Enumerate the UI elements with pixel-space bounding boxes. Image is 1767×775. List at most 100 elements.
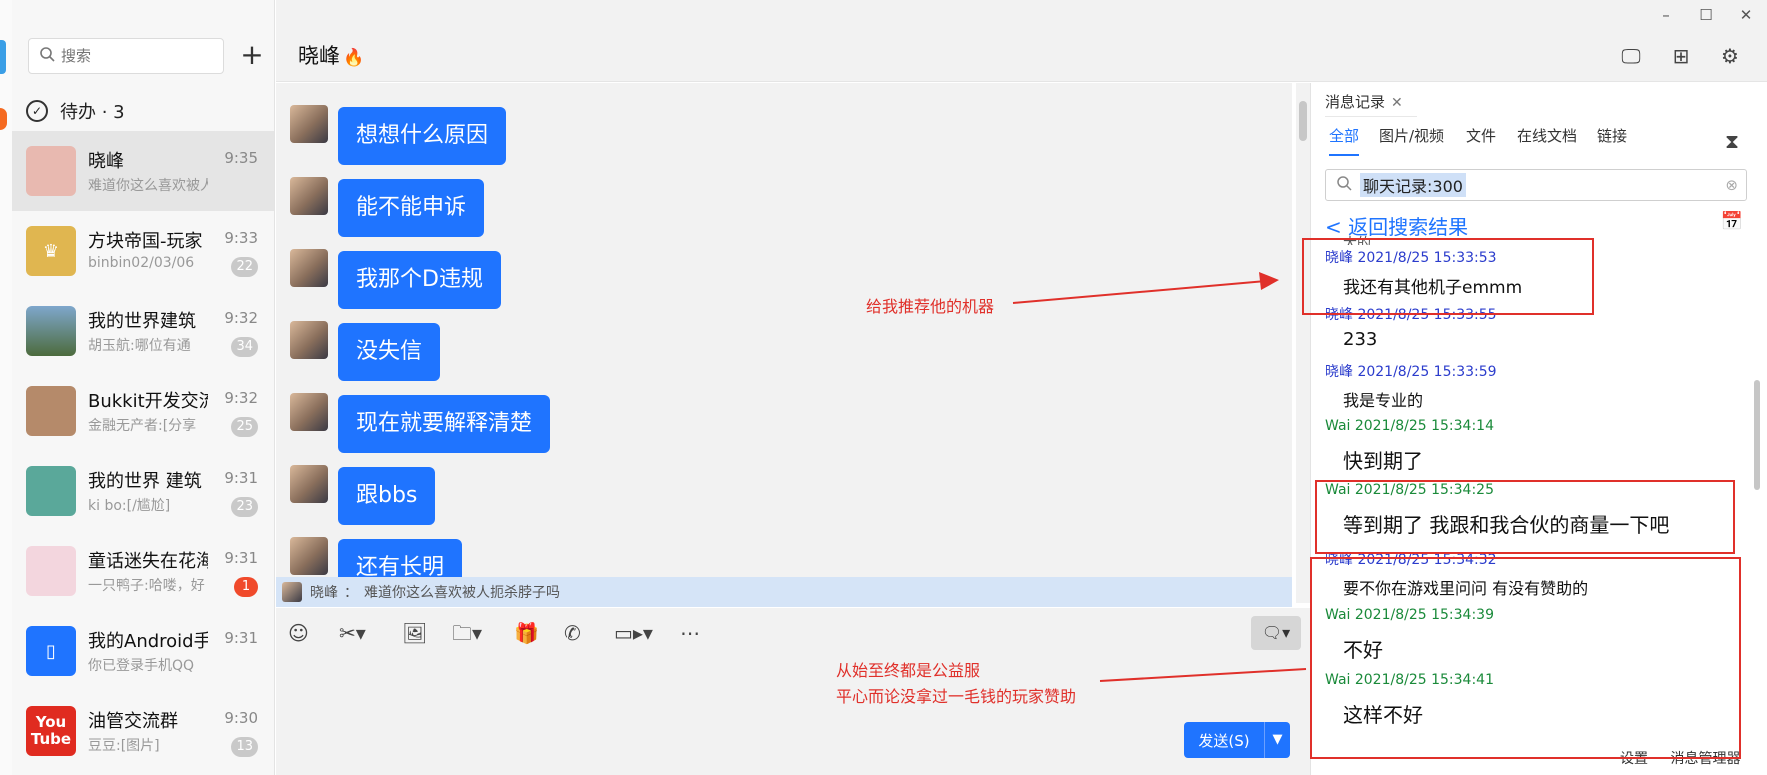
conversation-item[interactable]: Bukkit开发交流 9:32 金融无产者:[分享 25	[12, 371, 274, 451]
history-meta: 晓峰 2021/8/25 15:33:59	[1325, 364, 1497, 380]
filter-docs[interactable]: 在线文档	[1517, 125, 1577, 146]
unread-badge: 22	[231, 257, 258, 277]
message-manager-link[interactable]: 消息管理器	[1670, 751, 1740, 767]
conversation-preview: 胡玉航:哪位有通	[88, 338, 191, 354]
conversation-name: 童话迷失在花海	[88, 551, 208, 572]
chat-title-text: 晓峰	[298, 44, 340, 68]
history-text: 这样不好	[1343, 703, 1423, 727]
clear-icon[interactable]: ⊗	[1725, 176, 1738, 194]
chevron-down-icon[interactable]: ▼	[1264, 722, 1290, 758]
history-text: 快到期了	[1343, 449, 1423, 473]
history-text: 我还有其他机子emmm	[1343, 278, 1523, 298]
settings-gear-icon[interactable]: ⚙	[1717, 44, 1743, 68]
history-meta: Wai 2021/8/25 15:34:25	[1325, 482, 1494, 498]
filter-media[interactable]: 图片/视频	[1379, 125, 1444, 146]
conversation-item[interactable]: 晓峰 9:35 难道你这么喜欢被人扼	[12, 131, 274, 211]
conversation-preview: binbin02/03/06	[88, 255, 195, 271]
send-button[interactable]: 发送(S) ▼	[1184, 722, 1290, 758]
screen-share-icon[interactable]: 🖵	[1618, 44, 1644, 68]
add-button[interactable]: +	[236, 40, 268, 72]
plus-icon: +	[240, 38, 264, 71]
conversation-time: 9:31	[224, 549, 258, 567]
history-text: 等到期了 我跟和我合伙的商量一下吧	[1343, 513, 1670, 537]
conversation-time: 9:30	[224, 709, 258, 727]
fire-icon: 🔥	[343, 48, 365, 68]
avatar	[26, 546, 76, 596]
conversation-item[interactable]: ♛ 方块帝国-玩家 9:33 binbin02/03/06 22	[12, 211, 274, 291]
unread-badge: 1	[234, 577, 258, 597]
history-list: 大的 晓峰 2021/8/25 15:33:53 我还有其他机子emmm 晓峰 …	[1311, 233, 1751, 773]
notification-dot	[0, 108, 7, 130]
conversation-name: 方块帝国-玩家	[88, 231, 203, 252]
conversation-item[interactable]: ▯ 我的Android手机 9:31 你已登录手机QQ	[12, 611, 274, 691]
status-indicator	[0, 40, 6, 74]
close-button[interactable]: ✕	[1734, 6, 1758, 26]
history-text: 不好	[1343, 638, 1383, 662]
history-scrollbar[interactable]	[1754, 380, 1760, 490]
quote-sender: 晓峰	[310, 585, 338, 601]
conversation-name: 我的世界 建筑	[88, 471, 202, 492]
avatar	[26, 146, 76, 196]
settings-link[interactable]: 设置	[1620, 751, 1648, 767]
history-entry-cut: 大的	[1343, 236, 1371, 245]
conversation-item[interactable]: 我的世界 建筑 9:31 ki bo:[/尴尬] 23	[12, 451, 274, 531]
message-history-panel: 消息记录 ✕ 全部 图片/视频 文件 在线文档 链接 ⧗ 聊天记录:300 ⊗ <…	[1310, 83, 1767, 775]
history-meta: Wai 2021/8/25 15:34:39	[1325, 607, 1494, 623]
conversation-time: 9:32	[224, 389, 258, 407]
add-member-icon[interactable]: ⊞	[1668, 44, 1694, 68]
avatar: ▯	[26, 626, 76, 676]
conversation-name: Bukkit开发交流	[88, 391, 208, 412]
conversation-name: 我的世界建筑	[88, 311, 196, 332]
message-input-area[interactable]: 从始至终都是公益服 平心而论没拿过一毛钱的玩家赞助 发送(S) ▼	[276, 658, 1310, 775]
todo-label: 待办 · 3	[60, 102, 125, 123]
chat-title: 晓峰 🔥	[298, 40, 364, 70]
avatar	[26, 306, 76, 356]
conversation-item[interactable]: You Tube 油管交流群 9:30 豆豆:[图片] 13	[12, 691, 274, 771]
search-box[interactable]	[28, 38, 224, 74]
history-meta: 晓峰 2021/8/25 15:33:55	[1325, 307, 1497, 323]
unread-badge: 25	[231, 417, 258, 437]
avatar: ♛	[26, 226, 76, 276]
chat-scrollbar[interactable]	[1296, 83, 1310, 603]
conversation-preview: 难道你这么喜欢被人扼	[88, 178, 208, 194]
history-meta: Wai 2021/8/25 15:34:41	[1325, 672, 1494, 688]
conversation-name: 晓峰	[88, 151, 124, 172]
history-meta: 晓峰 2021/8/25 15:34:32	[1325, 552, 1497, 568]
conversation-name: 我的Android手机	[88, 631, 208, 652]
conversation-name: 油管交流群	[88, 711, 178, 732]
search-input[interactable]	[61, 47, 211, 65]
unread-badge: 34	[231, 337, 258, 357]
close-icon[interactable]: ✕	[1391, 95, 1403, 111]
send-label: 发送(S)	[1198, 731, 1250, 750]
history-text: 我是专业的	[1343, 391, 1424, 410]
quote-bar[interactable]: 晓峰 ： 难道你这么喜欢被人扼杀脖子吗	[276, 577, 1292, 607]
history-search-value[interactable]: 聊天记录:300	[1360, 173, 1466, 197]
filter-files[interactable]: 文件	[1466, 125, 1496, 146]
history-meta: 晓峰 2021/8/25 15:33:53	[1325, 250, 1497, 266]
filter-all[interactable]: 全部	[1329, 125, 1360, 156]
conversation-time: 9:31	[224, 469, 258, 487]
annotation-arrow	[1012, 272, 1279, 304]
calendar-icon[interactable]: 📅	[1721, 211, 1743, 232]
history-footer: 设置 消息管理器	[1620, 748, 1758, 768]
hourglass-filter-icon[interactable]: ⧗	[1725, 129, 1739, 153]
tab-message-history[interactable]: 消息记录 ✕	[1325, 87, 1417, 117]
annotation-arrow	[1099, 668, 1307, 682]
youtube-logo: You Tube	[26, 706, 76, 756]
conversation-item[interactable]: 我的世界建筑 9:32 胡玉航:哪位有通 34	[12, 291, 274, 371]
check-circle-icon: ✓	[26, 100, 48, 122]
search-icon	[1336, 175, 1352, 195]
conversation-item[interactable]: 童话迷失在花海 9:31 一只鸭子:哈喽，好 1	[12, 531, 274, 611]
filter-links[interactable]: 链接	[1597, 125, 1627, 146]
conversation-time: 9:35	[224, 149, 258, 167]
chat-header: 晓峰 🔥 – ☐ ✕ 🖵 ⊞ ⚙	[276, 0, 1767, 82]
todo-entry[interactable]: ✓ 待办 · 3	[26, 96, 125, 126]
app-sidebar-edge	[0, 0, 12, 775]
scroll-thumb[interactable]	[1299, 101, 1307, 141]
maximize-button[interactable]: ☐	[1694, 6, 1718, 26]
avatar	[282, 582, 302, 602]
conversation-preview: 豆豆:[图片]	[88, 738, 160, 754]
conversation-time: 9:33	[224, 229, 258, 247]
minimize-button[interactable]: –	[1654, 6, 1678, 26]
history-search-box[interactable]: 聊天记录:300 ⊗	[1325, 169, 1747, 201]
